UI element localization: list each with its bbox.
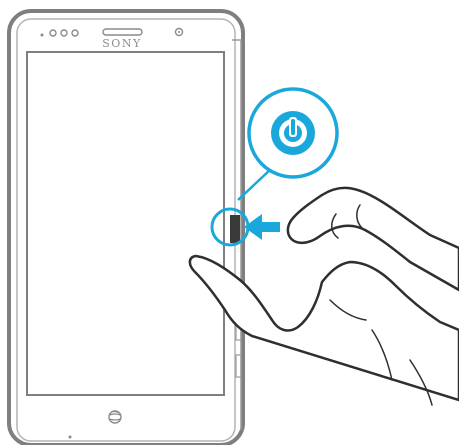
power-icon	[271, 111, 315, 155]
phone-screen	[26, 51, 225, 396]
arrow-left-icon	[244, 214, 280, 240]
power-key	[230, 215, 240, 243]
front-camera-lens	[178, 31, 180, 33]
sensor-dot	[40, 33, 44, 37]
power-key-illustration: SONY	[7, 9, 459, 445]
brand-logo: SONY	[102, 37, 141, 50]
phone: SONY	[7, 9, 245, 445]
microphone-dot	[68, 435, 72, 439]
